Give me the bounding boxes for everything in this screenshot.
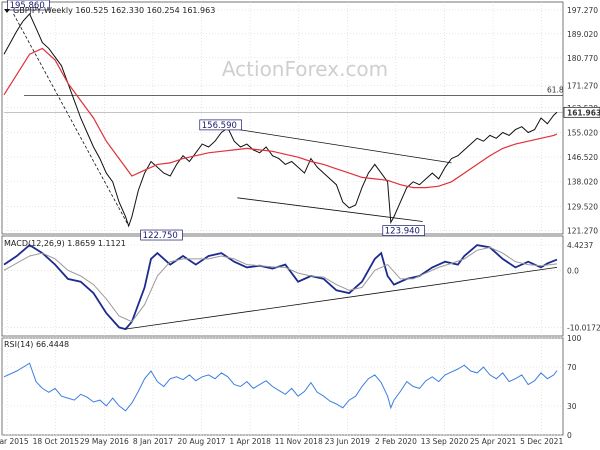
price-price-series [3, 13, 558, 228]
rsi-header-label: RSI(14) 66.4448 [4, 340, 69, 349]
price-annotation-label: 123.940 [385, 227, 420, 237]
x-tick-label: 23 Jun 2019 [325, 437, 370, 446]
price-annotation-label: 156.590 [202, 121, 237, 131]
annotation-layer: 61.8195.860122.750156.590123.940161.963 [7, 0, 600, 241]
last-value-label: 161.963 [567, 108, 600, 117]
y-tick-label: 121.270 [567, 226, 598, 235]
y-tick-label: 138.020 [567, 178, 598, 187]
fib-label: 61.8 [547, 85, 564, 94]
chart-window: 197.270189.020180.770171.270163.520155.0… [0, 0, 600, 450]
header-price: GBPJPY,Weekly 160.525 162.330 160.254 16… [4, 6, 215, 15]
y-tick-label: 197.270 [567, 6, 598, 15]
macd-header-label: MACD(12,26,9) 1.8659 1.1121 [4, 239, 126, 248]
x-tick-label: 8 Mar 2015 [0, 437, 29, 446]
y-tick-label: 0 [567, 431, 572, 440]
x-tick-labels: 8 Mar 2015 18 Oct 201529 May 2016 8 Jan 20… [0, 437, 563, 446]
y-tick-label: 189.020 [567, 30, 598, 39]
macd-signal-series [3, 246, 558, 323]
macd-trendline-series [125, 267, 558, 330]
y-tick-label: 155.020 [567, 128, 598, 137]
y-tick-label: 100 [567, 334, 582, 343]
x-tick-label: 11 Nov 2018 [275, 437, 323, 446]
price-trendline-series [227, 127, 452, 164]
x-tick-label: 25 Apr 2021 [470, 437, 517, 446]
macd-macd-series [3, 243, 558, 331]
y-tick-labels: 197.270189.020180.770171.270163.520155.0… [567, 6, 600, 440]
y-tick-label: 30 [567, 402, 577, 411]
x-tick-label: 1 Apr 2018 [229, 437, 271, 446]
x-tick-label: 8 Jan 2017 [133, 437, 173, 446]
price-header-label: GBPJPY,Weekly 160.525 162.330 160.254 16… [13, 6, 215, 15]
y-tick-label: 0.0 [567, 266, 579, 275]
x-tick-label: 5 Dec 2021 [520, 437, 563, 446]
rsi-rsi-series [3, 362, 558, 412]
y-tick-label: -10.0172 [567, 324, 600, 333]
y-tick-label: 70 [567, 363, 577, 372]
x-tick-label: 29 May 2016 [80, 437, 129, 446]
price-trendline-series [13, 13, 130, 227]
x-tick-label: 13 Sep 2020 [421, 437, 469, 446]
price-annotation-label: 122.750 [143, 231, 178, 241]
price-panel-frame [1, 1, 564, 235]
price-trendline-series [237, 197, 423, 222]
y-tick-label: 180.770 [567, 54, 598, 63]
y-tick-label: 171.270 [567, 81, 598, 90]
x-tick-label: 18 Oct 2015 [33, 437, 80, 446]
chart-svg: 197.270189.020180.770171.270163.520155.0… [0, 0, 600, 446]
rsi-panel-frame [1, 337, 564, 436]
x-tick-label: 20 Aug 2017 [178, 437, 226, 446]
watermark: ActionForex.com [222, 57, 388, 81]
y-tick-label: 129.520 [567, 202, 598, 211]
x-tick-label: 2 Feb 2020 [375, 437, 417, 446]
y-tick-label: 4.4237 [567, 241, 593, 250]
y-tick-label: 146.520 [567, 153, 598, 162]
